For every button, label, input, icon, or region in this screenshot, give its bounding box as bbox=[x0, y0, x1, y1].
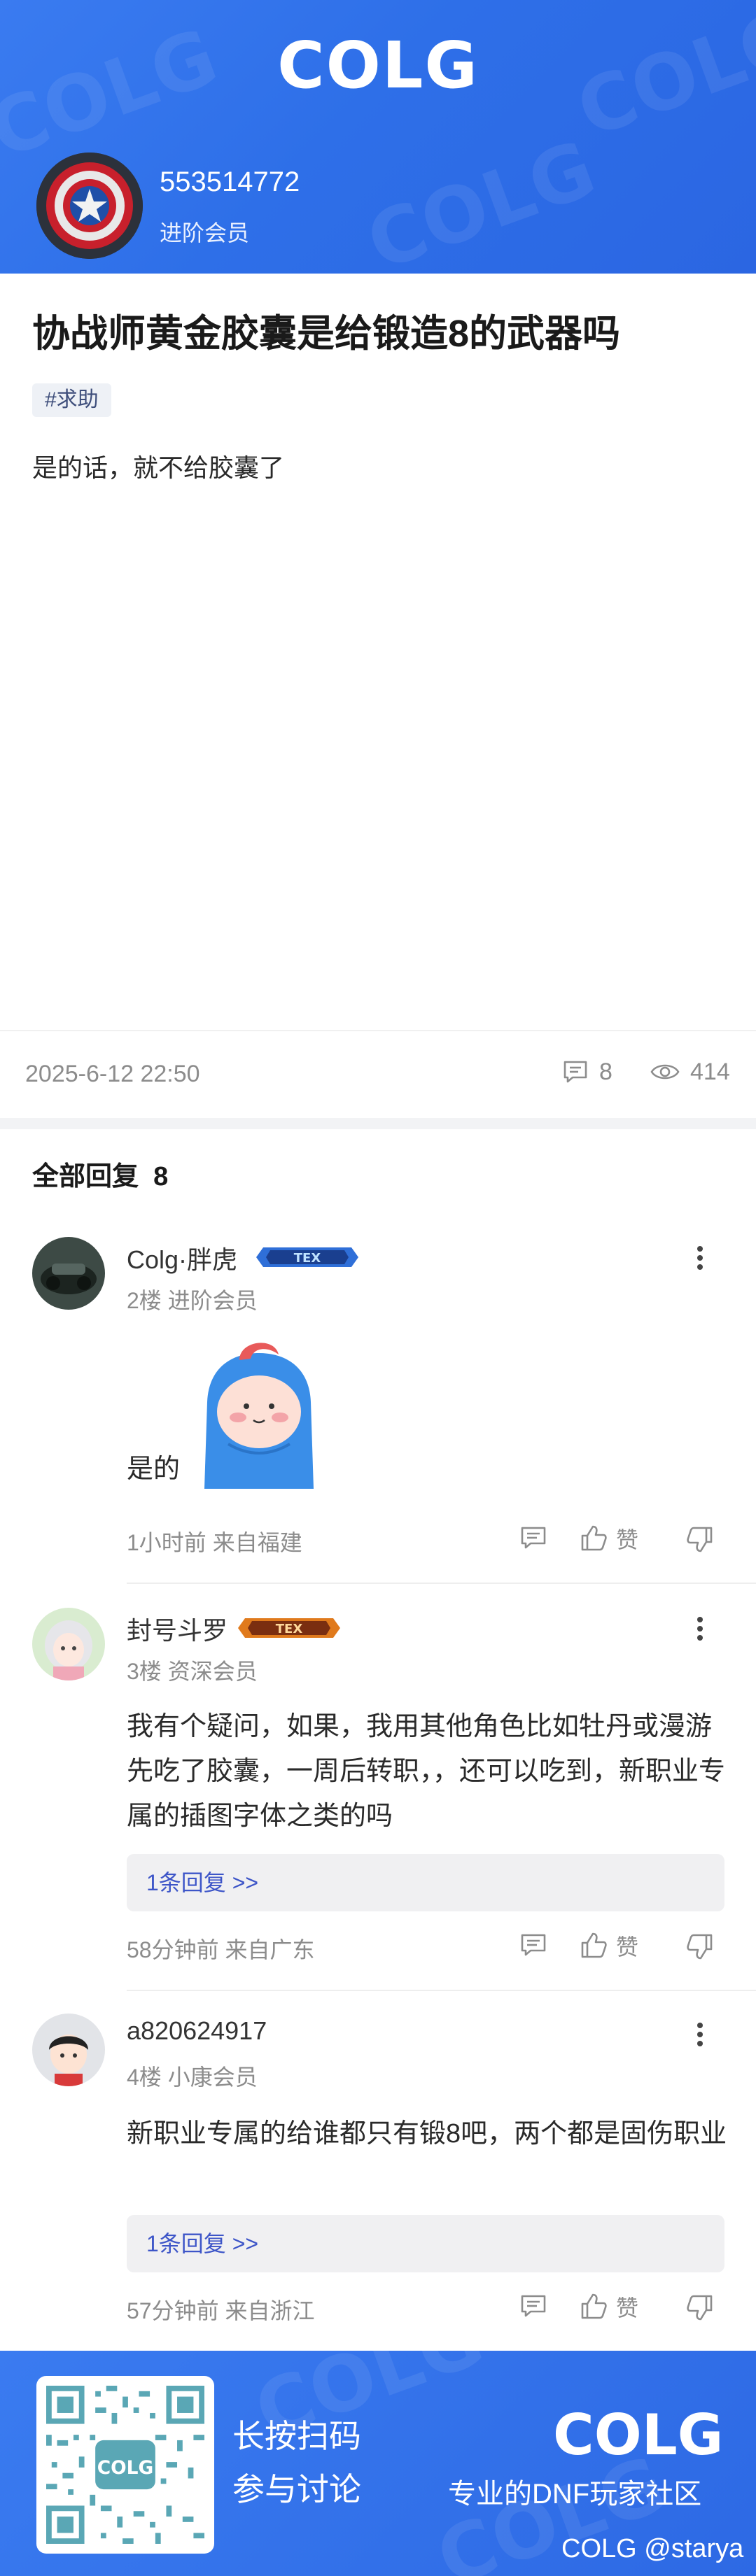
commenter-name[interactable]: Colg·胖虎 bbox=[127, 1240, 237, 1276]
footer-banner: COLG COLG COLG 长按扫码 参与讨论 COLG 专业的DNF玩家社区… bbox=[0, 2351, 756, 2576]
floor-number: 2楼 bbox=[127, 1288, 162, 1313]
level-badge-icon: TEX bbox=[256, 1247, 358, 1267]
header-banner: COLG COLG COLG COLG 553514772 进阶会员 bbox=[0, 0, 756, 274]
like-label: 赞 bbox=[616, 1934, 639, 1960]
svg-text:TEX: TEX bbox=[276, 1622, 303, 1636]
watermark-logo: COLG bbox=[356, 123, 607, 274]
sticker-character-icon bbox=[204, 1343, 314, 1489]
level-badge-icon: TEX bbox=[238, 1618, 340, 1638]
post-tag[interactable]: #求助 bbox=[32, 383, 111, 417]
thumbs-down-icon bbox=[687, 2295, 713, 2321]
cartoon-boy-avatar-icon bbox=[32, 2014, 105, 2086]
commenter-avatar[interactable] bbox=[32, 1608, 105, 1680]
comment-time: 57分钟前 来自浙江 bbox=[127, 2293, 315, 2326]
scan-prompt-line1: 长按扫码 bbox=[232, 2418, 361, 2454]
like-button[interactable]: 赞 bbox=[578, 1930, 638, 1962]
view-count: 414 bbox=[690, 1058, 730, 1085]
post-body: 是的话，就不给胶囊了 bbox=[32, 453, 285, 482]
thumbs-up-icon bbox=[581, 2293, 607, 2319]
member-level: 进阶会员 bbox=[167, 1288, 258, 1313]
floor-number: 4楼 bbox=[127, 2065, 162, 2090]
dislike-button[interactable] bbox=[685, 1524, 715, 1555]
author-username[interactable]: 553514772 bbox=[160, 167, 300, 198]
member-level: 资深会员 bbox=[167, 1659, 258, 1684]
like-button[interactable]: 赞 bbox=[578, 2291, 638, 2323]
like-label: 赞 bbox=[616, 1527, 639, 1552]
car-avatar-icon bbox=[32, 1237, 105, 1310]
thumbs-up-icon bbox=[581, 1525, 607, 1551]
author-level: 进阶会员 bbox=[160, 220, 250, 246]
svg-text:TEX: TEX bbox=[294, 1251, 321, 1266]
comment-location: 来自浙江 bbox=[225, 2298, 315, 2323]
time-ago: 57分钟前 bbox=[127, 2298, 219, 2323]
thumbs-up-icon bbox=[581, 1932, 607, 1958]
shield-avatar-icon bbox=[36, 153, 143, 259]
view-replies-link[interactable]: 1条回复 >> bbox=[127, 1854, 724, 1911]
eye-icon bbox=[650, 1064, 680, 1080]
reply-icon bbox=[521, 2295, 546, 2317]
thumbs-down-icon bbox=[687, 1527, 713, 1552]
qr-code-icon: COLG bbox=[46, 2386, 204, 2544]
commenter-name[interactable]: a820624917 bbox=[127, 2016, 267, 2046]
like-button[interactable]: 赞 bbox=[578, 1522, 638, 1555]
scan-prompt-line2: 参与讨论 bbox=[232, 2471, 361, 2507]
comment-floor: 4楼 小康会员 bbox=[127, 2060, 258, 2092]
comment-time: 58分钟前 来自广东 bbox=[127, 1932, 315, 1965]
comment-floor: 3楼 资深会员 bbox=[127, 1654, 258, 1686]
comment-count-stat: 8 bbox=[561, 1058, 612, 1086]
replies-count: 8 bbox=[153, 1162, 169, 1191]
comment-location: 来自福建 bbox=[212, 1530, 302, 1555]
comment-separator bbox=[127, 1583, 756, 1584]
more-options-icon[interactable] bbox=[693, 1243, 707, 1278]
anime-girl-avatar-icon bbox=[32, 1608, 105, 1680]
comment-time: 1小时前 来自福建 bbox=[127, 1525, 302, 1557]
time-ago: 58分钟前 bbox=[127, 1937, 219, 1962]
comment-body: 我有个疑问，如果，我用其他角色比如牡丹或漫游先吃了胶囊，一周后转职，，还可以吃到… bbox=[127, 1712, 726, 1831]
member-level: 小康会员 bbox=[167, 2065, 258, 2090]
like-label: 赞 bbox=[616, 2295, 639, 2321]
thumbs-down-icon bbox=[687, 1934, 713, 1960]
comment-floor: 2楼 进阶会员 bbox=[127, 1283, 258, 1315]
qr-code[interactable]: COLG bbox=[36, 2376, 214, 2554]
comment-location: 来自广东 bbox=[225, 1937, 315, 1962]
comment-icon bbox=[564, 1061, 587, 1083]
comment-body: 新职业专属的给谁都只有锻8吧，两个都是固伤职业 bbox=[127, 2119, 727, 2149]
replies-label: 全部回复 bbox=[32, 1162, 139, 1191]
section-divider bbox=[0, 1118, 756, 1129]
dislike-button[interactable] bbox=[685, 2292, 715, 2323]
commenter-name[interactable]: 封号斗罗 bbox=[127, 1611, 227, 1647]
reply-icon bbox=[521, 1527, 546, 1549]
replies-header: 全部回复 8 bbox=[32, 1154, 168, 1193]
time-ago: 1小时前 bbox=[127, 1530, 206, 1555]
more-options-icon[interactable] bbox=[693, 2019, 707, 2054]
svg-text:COLG: COLG bbox=[97, 2457, 154, 2479]
comment-count: 8 bbox=[599, 1058, 612, 1085]
commenter-avatar[interactable] bbox=[32, 1237, 105, 1310]
colg-logo: COLG bbox=[277, 28, 479, 103]
post-date: 2025-6-12 22:50 bbox=[25, 1061, 200, 1087]
sticker-image bbox=[197, 1339, 319, 1489]
floor-number: 3楼 bbox=[127, 1659, 162, 1684]
reply-icon bbox=[521, 1934, 546, 1956]
reply-button[interactable] bbox=[518, 1522, 549, 1553]
commenter-avatar[interactable] bbox=[32, 2014, 105, 2086]
footer-colg-logo: COLG bbox=[553, 2402, 724, 2468]
footer-slogan: 专业的DNF玩家社区 bbox=[448, 2479, 702, 2510]
dislike-button[interactable] bbox=[685, 1931, 715, 1962]
footer-credit: COLG @starya bbox=[561, 2534, 744, 2563]
comment-separator bbox=[127, 1990, 756, 1991]
more-options-icon[interactable] bbox=[693, 1613, 707, 1648]
author-avatar[interactable] bbox=[36, 153, 143, 259]
reply-button[interactable] bbox=[518, 2291, 549, 2321]
reply-button[interactable] bbox=[518, 1930, 549, 1960]
view-replies-link[interactable]: 1条回复 >> bbox=[127, 2215, 724, 2272]
post-title: 协战师黄金胶囊是给锻造8的武器吗 bbox=[32, 313, 621, 355]
view-count-stat: 414 bbox=[650, 1058, 730, 1086]
divider bbox=[0, 1030, 756, 1031]
